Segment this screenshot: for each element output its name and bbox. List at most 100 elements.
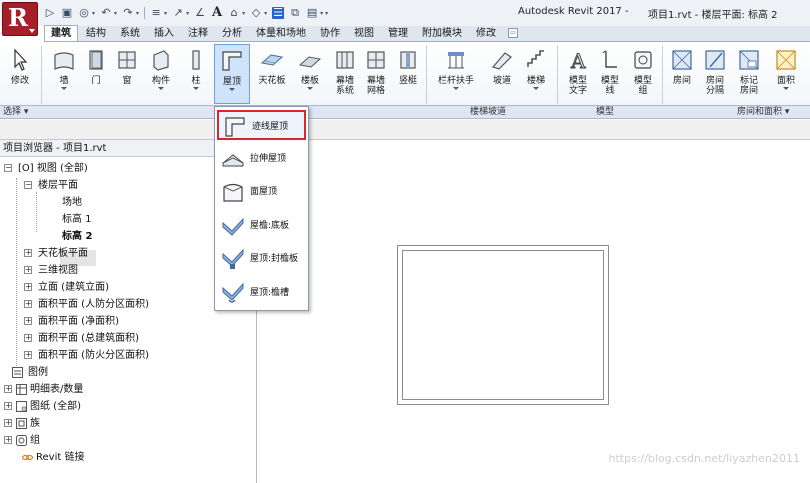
component-button[interactable]: 构件 — [143, 44, 179, 104]
chevron-down-icon[interactable]: ▾ — [114, 10, 117, 17]
expand-icon[interactable]: + — [24, 317, 32, 325]
measure-icon[interactable]: ↗ — [172, 7, 184, 19]
switch-windows-icon[interactable]: ▤ — [306, 7, 318, 19]
text-icon[interactable]: A — [211, 6, 223, 19]
panel-select[interactable]: 选择 ▾ — [3, 106, 28, 119]
face-roof-icon — [223, 183, 243, 202]
application-menu-button[interactable]: R — [2, 2, 38, 36]
drawing-area[interactable]: https://blog.csdn.net/liyazhen2011 — [258, 140, 810, 483]
floor-button[interactable]: 楼板 — [292, 44, 328, 104]
expand-icon[interactable]: + — [24, 283, 32, 291]
open-icon[interactable]: ▷ — [44, 7, 56, 19]
chevron-down-icon[interactable]: ▾ — [242, 10, 245, 17]
tree-item-families[interactable]: + 族 — [0, 415, 256, 432]
tab-architecture[interactable]: 建筑 — [44, 25, 78, 41]
chevron-down-icon[interactable]: ▾ — [92, 10, 95, 17]
tab-systems[interactable]: 系统 — [114, 26, 146, 41]
window-button[interactable]: 窗 — [109, 44, 145, 104]
dimension-icon[interactable]: ∠ — [194, 7, 206, 19]
expand-icon[interactable]: + — [24, 351, 32, 359]
expand-icon[interactable]: + — [4, 385, 12, 393]
collapse-icon[interactable]: − — [24, 181, 32, 189]
wall-button[interactable]: 墙 — [46, 44, 82, 104]
model-text-button[interactable]: A 模型 文字 — [560, 44, 596, 104]
menu-item-roof-fascia[interactable]: 屋顶:封檐板 — [217, 244, 306, 274]
save-icon[interactable]: ▣ — [61, 7, 73, 19]
modify-button[interactable]: 修改 — [2, 44, 38, 104]
menu-item-roof-by-face[interactable]: 面屋顶 — [217, 177, 306, 207]
tree-item-revit-links[interactable]: Revit 链接 — [0, 449, 256, 466]
document-title: 项目1.rvt - 楼层平面: 标高 2 — [648, 10, 778, 21]
close-hidden-icon[interactable]: ⧉ — [289, 7, 301, 19]
model-text-label-2: 文字 — [568, 86, 587, 96]
roof-soffit-icon — [222, 217, 244, 236]
ceiling-button[interactable]: 天花板 — [254, 44, 290, 104]
menu-item-roof-gutter[interactable]: 屋顶:檐槽 — [217, 278, 306, 308]
thin-lines-icon[interactable]: ☰ — [272, 7, 285, 19]
chevron-down-icon[interactable]: ▾ — [136, 10, 139, 17]
ribbon-toggle-icon[interactable]: ▭ — [508, 28, 518, 38]
separator — [557, 46, 558, 104]
expand-icon[interactable]: + — [4, 419, 12, 427]
tag-room-button[interactable]: 标记 房间 — [731, 44, 767, 104]
room-separator-button[interactable]: 房间 分隔 — [697, 44, 733, 104]
tab-add-ins[interactable]: 附加模块 — [416, 26, 468, 41]
tab-insert[interactable]: 插入 — [148, 26, 180, 41]
menu-item-roof-soffit[interactable]: 屋檐:底板 — [217, 211, 306, 241]
redo-icon[interactable]: ↷ — [122, 7, 134, 19]
expand-icon[interactable]: + — [24, 300, 32, 308]
menu-item-roof-by-footprint[interactable]: 迹线屋顶 — [217, 110, 306, 140]
tab-modify[interactable]: 修改 — [470, 26, 502, 41]
mullion-button[interactable]: 竖梃 — [390, 44, 426, 104]
tab-manage[interactable]: 管理 — [382, 26, 414, 41]
model-group-icon — [634, 51, 652, 69]
expand-icon[interactable]: + — [24, 334, 32, 342]
expand-icon[interactable]: + — [24, 249, 32, 257]
curtain-grid-button[interactable]: 幕墙 网格 — [358, 44, 394, 104]
chevron-down-icon — [533, 87, 539, 90]
panel-room-area[interactable]: 房间和面积 ▾ — [737, 106, 789, 119]
menu-item-label: 屋檐:底板 — [250, 221, 290, 231]
print-icon[interactable]: ≡ — [150, 7, 162, 19]
expand-icon[interactable]: + — [4, 436, 12, 444]
column-button[interactable]: 柱 — [178, 44, 214, 104]
tab-view[interactable]: 视图 — [348, 26, 380, 41]
customize-qat-icon[interactable]: ▾ — [325, 10, 328, 17]
tab-massing-site[interactable]: 体量和场地 — [250, 26, 312, 41]
undo-icon[interactable]: ↶ — [100, 7, 112, 19]
separator — [41, 46, 42, 104]
collapse-icon[interactable]: − — [4, 164, 12, 172]
chevron-down-icon[interactable]: ▾ — [320, 10, 323, 17]
3d-view-icon[interactable]: ⌂ — [228, 7, 240, 19]
tree-item-area-plan-fire[interactable]: + 面积平面 (防火分区面积) — [0, 347, 256, 364]
tree-item-sheets[interactable]: + 图纸 (全部) — [0, 398, 256, 415]
expand-icon[interactable]: + — [24, 266, 32, 274]
tree-item-label: 标高 1 — [62, 214, 92, 225]
railing-button[interactable]: 栏杆扶手 — [434, 44, 478, 104]
stair-button[interactable]: 楼梯 — [518, 44, 554, 104]
cursor-arrow-icon — [14, 48, 28, 71]
expand-icon[interactable]: + — [4, 402, 12, 410]
sync-icon[interactable]: ◎ — [78, 7, 90, 19]
tree-item-area-plan-gross[interactable]: + 面积平面 (总建筑面积) — [0, 330, 256, 347]
room-button[interactable]: 房间 — [664, 44, 700, 104]
chevron-down-icon[interactable]: ▾ — [164, 10, 167, 17]
roof-button[interactable]: 屋顶 — [214, 44, 250, 104]
tree-item-area-plan-net[interactable]: + 面积平面 (净面积) — [0, 313, 256, 330]
tree-item-schedules[interactable]: + 明细表/数量 — [0, 381, 256, 398]
model-group-button[interactable]: 模型 组 — [625, 44, 661, 104]
section-icon[interactable]: ◇ — [250, 7, 262, 19]
tab-annotate[interactable]: 注释 — [182, 26, 214, 41]
tree-item-legends[interactable]: 图例 — [0, 364, 256, 381]
menu-item-roof-by-extrusion[interactable]: 拉伸屋顶 — [217, 144, 306, 174]
chevron-down-icon — [158, 87, 164, 90]
chevron-down-icon[interactable]: ▾ — [264, 10, 267, 17]
tab-structure[interactable]: 结构 — [80, 26, 112, 41]
model-line-button[interactable]: 模型 线 — [592, 44, 628, 104]
tab-collaborate[interactable]: 协作 — [314, 26, 346, 41]
tree-item-groups[interactable]: + 组 — [0, 432, 256, 449]
ramp-button[interactable]: 坡道 — [484, 44, 520, 104]
chevron-down-icon[interactable]: ▾ — [186, 10, 189, 17]
tab-analyze[interactable]: 分析 — [216, 26, 248, 41]
area-button[interactable]: 面积 — [768, 44, 804, 104]
